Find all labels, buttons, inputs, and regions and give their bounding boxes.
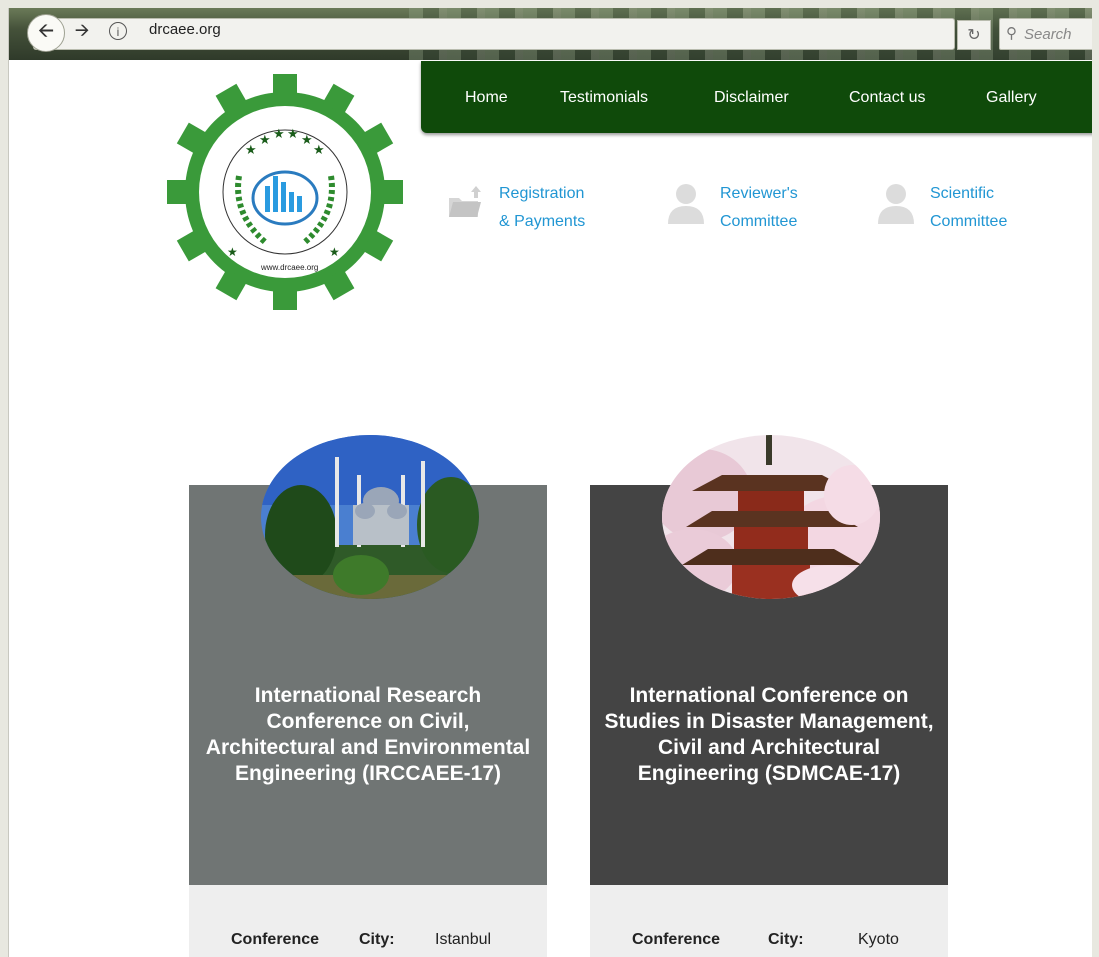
browser-toolbar: 🡨 🡪 i drcaee.org ↻ ⚲ Search (9, 8, 1092, 60)
svg-text:★: ★ (313, 142, 325, 157)
svg-text:★: ★ (301, 132, 313, 147)
quick-link-label-2: & Payments (499, 213, 586, 230)
site-info-icon[interactable]: i (109, 22, 127, 40)
folder-upload-icon (449, 186, 481, 217)
search-placeholder: Search (1024, 26, 1072, 43)
forward-arrow-icon[interactable]: 🡪 (71, 20, 93, 44)
quick-link-scientific[interactable]: Scientific Committee (876, 180, 1007, 236)
conference-title[interactable]: International Conference on Studies in D… (604, 683, 934, 787)
svg-text:★: ★ (259, 132, 271, 147)
nav-home[interactable]: Home (465, 89, 508, 107)
nav-disclaimer[interactable]: Disclaimer (714, 89, 789, 107)
svg-text:★: ★ (287, 126, 299, 141)
person-icon (878, 184, 914, 224)
site-logo[interactable]: ★ ★ ★ ★ ★ ★ ★ ★ www.drcaee.org (167, 74, 403, 310)
quick-link-label-2: Committee (930, 213, 1008, 230)
city-value: Istanbul (435, 931, 492, 948)
conference-label: Conference (632, 931, 721, 948)
city-label: City: (768, 931, 804, 948)
nav-gallery[interactable]: Gallery (986, 89, 1037, 107)
card-details: Conference City: Istanbul (189, 885, 547, 957)
person-icon (668, 184, 704, 224)
city-value: Kyoto (858, 931, 899, 948)
quick-link-reviewers[interactable]: Reviewer's Committee (666, 180, 798, 236)
nav-testimonials[interactable]: Testimonials (560, 89, 648, 107)
svg-text:★: ★ (245, 142, 257, 157)
search-icon: ⚲ (1006, 25, 1017, 42)
quick-link-registration[interactable]: Registration & Payments (445, 180, 585, 236)
city-label: City: (359, 931, 395, 948)
site-navigation: Home Testimonials Disclaimer Contact us … (421, 61, 1092, 133)
browser-window: 🡨 🡪 i drcaee.org ↻ ⚲ Search Home Testimo… (8, 8, 1092, 957)
pagoda-photo (662, 435, 880, 599)
conference-card-kyoto[interactable]: International Conference on Studies in D… (590, 435, 948, 957)
quick-link-label-2: Committee (720, 213, 798, 230)
logo-url-text: www.drcaee.org (260, 263, 318, 272)
svg-text:★: ★ (227, 245, 238, 259)
nav-buttons: 🡨 🡪 (27, 14, 117, 52)
reload-icon[interactable]: ↻ (957, 20, 991, 50)
search-input[interactable]: ⚲ Search (999, 18, 1092, 50)
conference-title[interactable]: International Research Conference on Civ… (203, 683, 533, 787)
conference-card-istanbul[interactable]: International Research Conference on Civ… (189, 435, 547, 957)
svg-text:★: ★ (329, 245, 340, 259)
card-details: Conference City: Kyoto (590, 885, 948, 957)
mosque-photo (261, 435, 479, 599)
url-text[interactable]: drcaee.org (149, 21, 221, 38)
back-arrow-icon[interactable]: 🡨 (27, 14, 65, 52)
svg-text:★: ★ (273, 126, 285, 141)
conference-label: Conference (231, 931, 320, 948)
quick-link-label-1: Reviewer's (720, 185, 798, 202)
quick-link-label-1: Registration (499, 185, 585, 202)
nav-contact-us[interactable]: Contact us (849, 89, 925, 107)
quick-link-label-1: Scientific (930, 185, 995, 202)
